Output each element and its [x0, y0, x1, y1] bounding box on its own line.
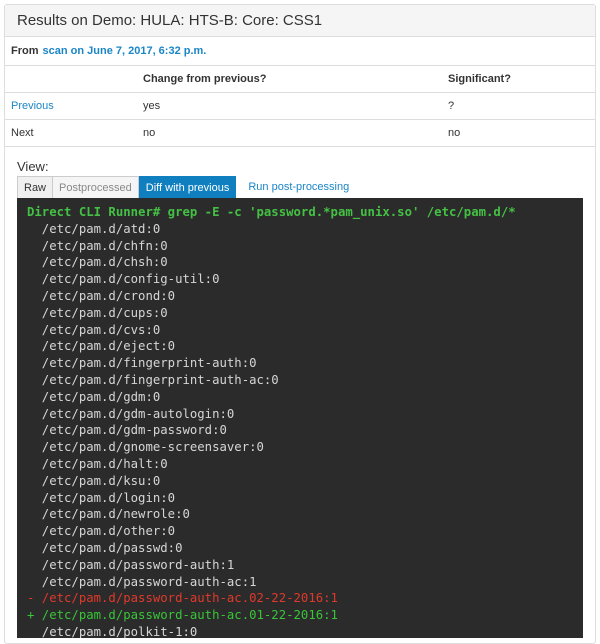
- terminal-line: /etc/pam.d/password-auth-ac:1: [27, 574, 257, 589]
- diff-added-line: + /etc/pam.d/password-auth-ac.01-22-2016…: [27, 608, 338, 623]
- diff-removed-line: - /etc/pam.d/password-auth-ac.02-22-2016…: [27, 591, 338, 606]
- previous-link[interactable]: Previous: [11, 100, 54, 112]
- terminal-line: /etc/pam.d/other:0: [27, 524, 176, 539]
- significant-cell: ?: [442, 92, 595, 120]
- terminal-line: /etc/pam.d/eject:0: [27, 339, 176, 354]
- terminal-line: /etc/pam.d/passwd:0: [27, 540, 183, 555]
- terminal-output: Direct CLI Runner# grep -E -c 'password.…: [17, 198, 583, 638]
- terminal-line: /etc/pam.d/halt:0: [27, 456, 168, 471]
- terminal-line: /etc/pam.d/fingerprint-auth:0: [27, 356, 257, 371]
- table-header-row: Change from previous? Significant?: [5, 66, 595, 93]
- terminal-line: /etc/pam.d/gdm:0: [27, 389, 161, 404]
- view-label: View:: [17, 159, 49, 174]
- terminal-line: /etc/pam.d/gdm-password:0: [27, 423, 227, 438]
- panel-heading: Results on Demo: HULA: HTS-B: Core: CSS1: [5, 5, 595, 37]
- terminal-line: /etc/pam.d/cups:0: [27, 305, 168, 320]
- column-header-change: Change from previous?: [137, 66, 442, 93]
- terminal-line: /etc/pam.d/newrole:0: [27, 507, 190, 522]
- table-row: Next no no: [5, 119, 595, 147]
- terminal-line: /etc/pam.d/gnome-screensaver:0: [27, 440, 264, 455]
- terminal-line: /etc/pam.d/password-auth:1: [27, 557, 235, 572]
- next-label: Next: [5, 119, 137, 147]
- table-row: Previous yes ?: [5, 92, 595, 120]
- results-panel: Results on Demo: HULA: HTS-B: Core: CSS1…: [4, 4, 596, 644]
- terminal-command: Direct CLI Runner# grep -E -c 'password.…: [27, 205, 516, 219]
- terminal-line: /etc/pam.d/polkit-1:0: [27, 624, 198, 638]
- terminal-line: /etc/pam.d/atd:0: [27, 221, 161, 236]
- view-tabs: Raw Postprocessed Diff with previous Run…: [17, 176, 583, 198]
- terminal-line: /etc/pam.d/config-util:0: [27, 272, 220, 287]
- tab-diff-with-previous[interactable]: Diff with previous: [138, 176, 237, 198]
- scan-date-link[interactable]: on June 7, 2017, 6:32 p.m.: [71, 45, 207, 57]
- terminal-line: /etc/pam.d/fingerprint-auth-ac:0: [27, 372, 279, 387]
- change-cell: no: [137, 119, 442, 147]
- terminal-line: /etc/pam.d/chfn:0: [27, 238, 168, 253]
- from-label: From: [11, 45, 39, 57]
- tab-postprocessed[interactable]: Postprocessed: [53, 176, 139, 198]
- terminal-line: /etc/pam.d/chsh:0: [27, 255, 168, 270]
- comparison-table: Change from previous? Significant? Previ…: [5, 66, 595, 147]
- change-cell: yes: [137, 92, 442, 120]
- column-header-name: [5, 66, 137, 93]
- terminal-line: /etc/pam.d/login:0: [27, 490, 176, 505]
- significant-cell: no: [442, 119, 595, 147]
- terminal-line: /etc/pam.d/crond:0: [27, 288, 176, 303]
- page-title: Results on Demo: HULA: HTS-B: Core: CSS1: [17, 12, 323, 29]
- tab-raw[interactable]: Raw: [17, 176, 54, 198]
- column-header-significant: Significant?: [442, 66, 595, 93]
- terminal-line: /etc/pam.d/ksu:0: [27, 473, 161, 488]
- terminal-line: /etc/pam.d/gdm-autologin:0: [27, 406, 235, 421]
- from-row: From scan on June 7, 2017, 6:32 p.m.: [5, 37, 595, 66]
- terminal-line: /etc/pam.d/cvs:0: [27, 322, 161, 337]
- scan-link[interactable]: scan: [43, 45, 68, 57]
- run-post-processing-link[interactable]: Run post-processing: [236, 176, 361, 198]
- view-section: View: Raw Postprocessed Diff with previo…: [5, 147, 595, 638]
